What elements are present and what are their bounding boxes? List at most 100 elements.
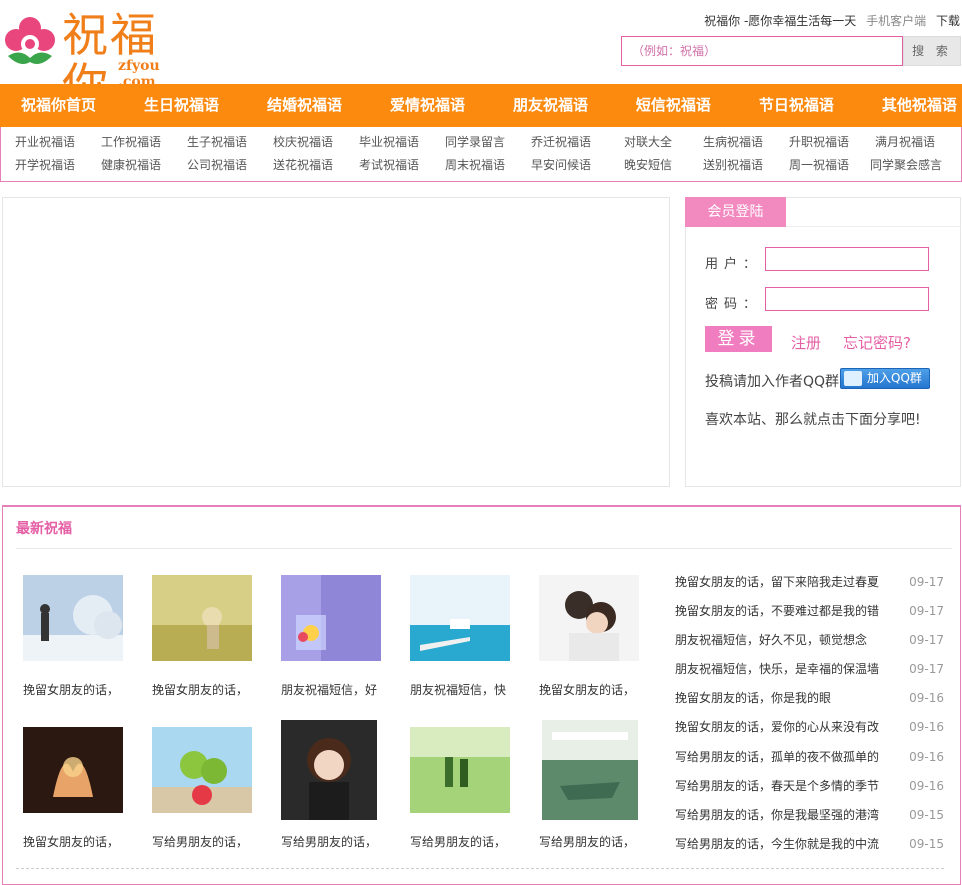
thumb-caption[interactable]: 写给男朋友的话， bbox=[539, 833, 653, 850]
sub-nav-link[interactable]: 同学录留言 bbox=[445, 131, 505, 153]
thumb-girl-portrait[interactable] bbox=[281, 720, 377, 820]
couple-portrait-image bbox=[539, 575, 639, 661]
news-title[interactable]: 挽留女朋友的话，你是我的眼 bbox=[675, 684, 897, 713]
thumb-winter-tree-scene[interactable] bbox=[23, 575, 123, 661]
thumb-caption[interactable]: 写给男朋友的话， bbox=[152, 833, 266, 850]
search-button[interactable]: 搜 索 bbox=[903, 36, 961, 66]
sub-nav-link[interactable]: 乔迁祝福语 bbox=[531, 131, 591, 153]
sub-nav-link[interactable]: 公司祝福语 bbox=[187, 154, 247, 176]
dashed-divider bbox=[16, 868, 944, 869]
thumb-caption[interactable]: 朋友祝福短信，快 bbox=[410, 681, 524, 698]
thumb-caption[interactable]: 挽留女朋友的话， bbox=[23, 681, 137, 698]
sub-nav: 开业祝福语 工作祝福语 生子祝福语 校庆祝福语 毕业祝福语 同学录留言 乔迁祝福… bbox=[0, 127, 962, 182]
news-date: 09-16 bbox=[909, 778, 944, 793]
news-item[interactable]: 写给男朋友的话，今生你就是我的中流 09-15 bbox=[675, 830, 949, 859]
news-title[interactable]: 挽留女朋友的话，爱你的心从来没有改 bbox=[675, 713, 897, 742]
thumb-golden-field-girl[interactable] bbox=[152, 575, 252, 661]
sub-nav-link[interactable]: 对联大全 bbox=[624, 131, 672, 153]
news-title[interactable]: 写给男朋友的话，你是我最坚强的港湾 bbox=[675, 801, 897, 830]
thumb-hands-heart-light[interactable] bbox=[23, 727, 123, 813]
thumb-couple-portrait[interactable] bbox=[539, 575, 639, 661]
site-logo[interactable]: 祝福你 zfyou .com bbox=[2, 10, 202, 110]
news-title[interactable]: 写给男朋友的话，春天是个多情的季节 bbox=[675, 772, 897, 801]
thumb-caption[interactable]: 写给男朋友的话， bbox=[410, 833, 524, 850]
news-title[interactable]: 挽留女朋友的话，不要难过都是我的错 bbox=[675, 597, 897, 626]
sub-nav-link[interactable]: 生病祝福语 bbox=[703, 131, 763, 153]
sub-nav-row-2: 开学祝福语 健康祝福语 公司祝福语 送花祝福语 考试祝福语 周末祝福语 早安问候… bbox=[1, 154, 962, 176]
sub-nav-link[interactable]: 周末祝福语 bbox=[445, 154, 505, 176]
sub-nav-link[interactable]: 满月祝福语 bbox=[875, 131, 935, 153]
login-button[interactable]: 登录 bbox=[705, 326, 772, 352]
forgot-password-link[interactable]: 忘记密码? bbox=[843, 332, 911, 353]
thumb-green-bear-toys[interactable] bbox=[152, 727, 252, 813]
hands-heart-image bbox=[23, 727, 123, 813]
news-item[interactable]: 朋友祝福短信，好久不见，顿觉想念 09-17 bbox=[675, 626, 949, 655]
sub-nav-link[interactable]: 校庆祝福语 bbox=[273, 131, 333, 153]
sub-nav-link[interactable]: 周一祝福语 bbox=[789, 154, 849, 176]
sub-nav-link[interactable]: 晚安短信 bbox=[624, 154, 672, 176]
search-input[interactable] bbox=[621, 36, 903, 66]
news-date: 09-17 bbox=[909, 575, 944, 589]
news-title[interactable]: 朋友祝福短信，好久不见，顿觉想念 bbox=[675, 626, 897, 655]
news-item[interactable]: 写给男朋友的话，春天是个多情的季节 09-16 bbox=[675, 772, 949, 801]
news-item[interactable]: 朋友祝福短信，快乐，是幸福的保温墙 09-17 bbox=[675, 655, 949, 684]
news-date: 09-16 bbox=[909, 749, 944, 764]
sub-nav-link[interactable]: 送花祝福语 bbox=[273, 154, 333, 176]
news-date: 09-15 bbox=[909, 807, 944, 822]
thumb-couple-garden[interactable] bbox=[410, 727, 510, 813]
sub-nav-link[interactable]: 开业祝福语 bbox=[15, 131, 75, 153]
thumb-caption[interactable]: 挽留女朋友的话， bbox=[23, 833, 137, 850]
thumb-purple-flower-card[interactable] bbox=[281, 575, 381, 661]
join-qq-group-button[interactable]: 加入QQ群 bbox=[840, 368, 930, 389]
thumb-sea-pier-card[interactable] bbox=[410, 575, 510, 661]
news-title[interactable]: 朋友祝福短信，快乐，是幸福的保温墙 bbox=[675, 655, 897, 684]
download-link[interactable]: 下载 bbox=[936, 14, 960, 28]
news-item[interactable]: 挽留女朋友的话，你是我的眼 09-16 bbox=[675, 684, 949, 713]
nav-wedding[interactable]: 结婚祝福语 bbox=[267, 84, 342, 127]
news-title[interactable]: 挽留女朋友的话，留下来陪我走过春夏 bbox=[675, 568, 897, 597]
register-link[interactable]: 注册 bbox=[791, 332, 821, 353]
nav-sms[interactable]: 短信祝福语 bbox=[636, 84, 711, 127]
thumb-caption[interactable]: 朋友祝福短信，好 bbox=[281, 681, 395, 698]
nav-home[interactable]: 祝福你首页 bbox=[21, 84, 96, 127]
news-title[interactable]: 写给男朋友的话，孤单的夜不做孤单的 bbox=[675, 743, 897, 772]
thumb-boat-lake-card[interactable] bbox=[542, 720, 638, 820]
thumb-caption[interactable]: 挽留女朋友的话， bbox=[152, 681, 266, 698]
thumb-caption[interactable]: 写给男朋友的话， bbox=[281, 833, 395, 850]
nav-other[interactable]: 其他祝福语 bbox=[882, 84, 957, 127]
login-tab[interactable]: 会员登陆 bbox=[685, 197, 786, 227]
flower-logo-icon bbox=[5, 17, 55, 64]
news-item[interactable]: 挽留女朋友的话，爱你的心从来没有改 09-16 bbox=[675, 713, 949, 742]
sub-nav-link[interactable]: 生子祝福语 bbox=[187, 131, 247, 153]
nav-birthday[interactable]: 生日祝福语 bbox=[144, 84, 219, 127]
sub-nav-link[interactable]: 升职祝福语 bbox=[789, 131, 849, 153]
nav-love[interactable]: 爱情祝福语 bbox=[390, 84, 465, 127]
join-qq-label: 加入QQ群 bbox=[867, 371, 922, 385]
main-nav: 祝福你首页 生日祝福语 结婚祝福语 爱情祝福语 朋友祝福语 短信祝福语 节日祝福… bbox=[0, 84, 962, 127]
sub-nav-link[interactable]: 工作祝福语 bbox=[101, 131, 161, 153]
news-title[interactable]: 写给男朋友的话，今生你就是我的中流 bbox=[675, 830, 897, 859]
nav-friend[interactable]: 朋友祝福语 bbox=[513, 84, 588, 127]
news-item[interactable]: 挽留女朋友的话，不要难过都是我的错 09-17 bbox=[675, 597, 949, 626]
password-input[interactable] bbox=[765, 287, 929, 311]
username-input[interactable] bbox=[765, 247, 929, 271]
sub-nav-link[interactable]: 送别祝福语 bbox=[703, 154, 763, 176]
boat-lake-image bbox=[542, 720, 638, 820]
sub-nav-link[interactable]: 早安问候语 bbox=[531, 154, 591, 176]
thumb-caption[interactable]: 挽留女朋友的话， bbox=[539, 681, 653, 698]
search-bar: 搜 索 bbox=[621, 36, 961, 66]
girl-portrait-image bbox=[281, 720, 377, 820]
sub-nav-link[interactable]: 健康祝福语 bbox=[101, 154, 161, 176]
purple-flower-image bbox=[281, 575, 381, 661]
nav-festival[interactable]: 节日祝福语 bbox=[759, 84, 834, 127]
news-item[interactable]: 挽留女朋友的话，留下来陪我走过春夏 09-17 bbox=[675, 568, 949, 597]
sub-nav-link[interactable]: 毕业祝福语 bbox=[359, 131, 419, 153]
news-item[interactable]: 写给男朋友的话，孤单的夜不做孤单的 09-16 bbox=[675, 743, 949, 772]
news-date: 09-16 bbox=[909, 691, 944, 706]
share-text: 喜欢本站、那么就点击下面分享吧! bbox=[705, 412, 921, 428]
news-item[interactable]: 写给男朋友的话，你是我最坚强的港湾 09-15 bbox=[675, 801, 949, 830]
mobile-client-link[interactable]: 手机客户端 bbox=[866, 14, 926, 28]
sub-nav-link[interactable]: 同学聚会感言 bbox=[870, 154, 942, 176]
sub-nav-link[interactable]: 开学祝福语 bbox=[15, 154, 75, 176]
sub-nav-link[interactable]: 考试祝福语 bbox=[359, 154, 419, 176]
